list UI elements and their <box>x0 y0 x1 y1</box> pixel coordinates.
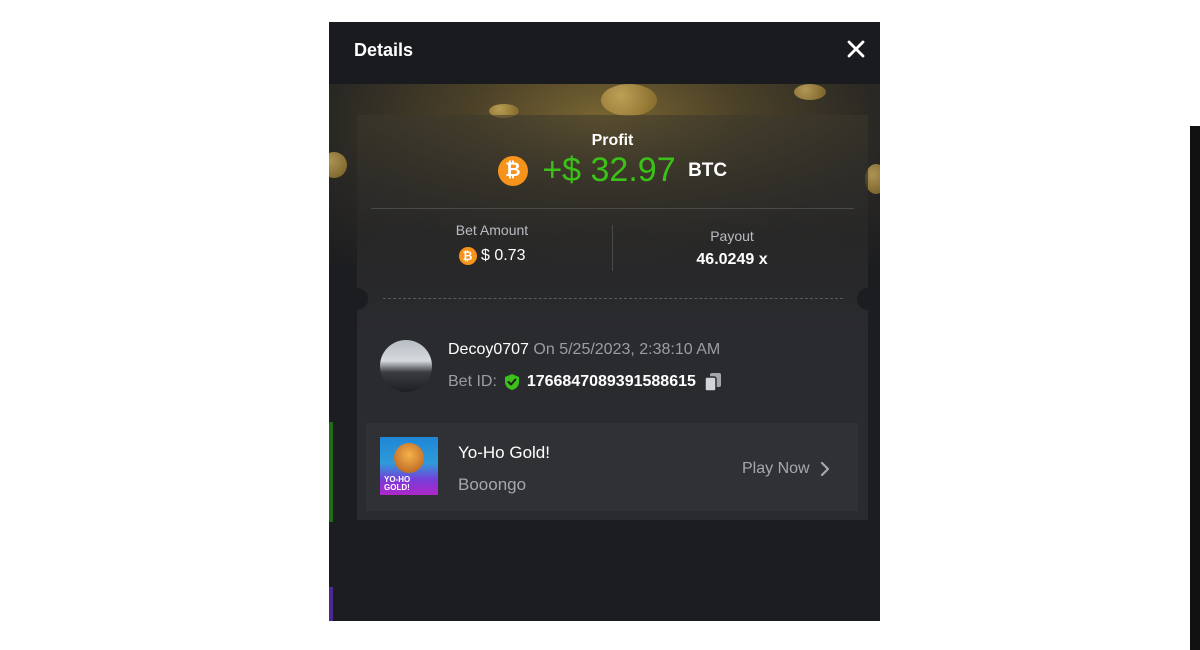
chevron-right-icon <box>820 461 830 476</box>
profit-currency: BTC <box>688 159 728 181</box>
bitcoin-icon: ₿ <box>458 247 477 265</box>
coin-decoration <box>601 84 657 116</box>
close-icon[interactable] <box>845 38 867 60</box>
bet-amount-text: $ 0.73 <box>480 247 526 265</box>
profit-label: Profit <box>591 132 634 149</box>
bet-amount-label: Bet Amount <box>455 222 529 238</box>
details-modal: Details Profit ₿ +$ 32.97 BTC Bet Amount… <box>329 22 880 621</box>
avatar[interactable] <box>380 340 432 392</box>
thumbnail-logo-text: YO-HO GOLD! <box>384 475 411 492</box>
bet-id-value: 1766847089391588615 <box>526 373 696 390</box>
payout-value: 46.0249 x <box>696 251 768 268</box>
background-edge-green-lower <box>329 422 333 522</box>
bet-details-card: Profit ₿ +$ 32.97 BTC Bet Amount ₿ $ 0.7… <box>346 115 879 520</box>
copy-icon[interactable] <box>704 372 722 392</box>
user-line: Decoy0707 On 5/25/2023, 2:38:10 AM <box>448 341 720 359</box>
profit-value: +$ 32.97 <box>542 151 676 189</box>
game-title: Yo-Ho Gold! <box>458 443 550 462</box>
bet-amount-value: ₿ $ 0.73 <box>417 247 567 265</box>
ticket-notch-left <box>346 288 368 310</box>
username[interactable]: Decoy0707 <box>448 341 529 358</box>
shield-check-icon <box>505 374 520 390</box>
background-edge-purple <box>329 587 333 621</box>
stats-divider <box>612 225 613 271</box>
skull-icon <box>394 443 424 473</box>
modal-header: Details <box>329 22 880 84</box>
ticket-notch-right <box>857 288 879 310</box>
play-now-label: Play Now <box>742 460 810 477</box>
bitcoin-icon: ₿ <box>497 155 528 186</box>
game-thumbnail: YO-HO GOLD! <box>380 437 438 495</box>
play-now-button[interactable]: Play Now <box>742 460 830 478</box>
dashed-separator <box>383 298 843 299</box>
bet-id-label: Bet ID: <box>448 373 497 390</box>
bet-id-line: Bet ID: 1766847089391588615 <box>448 372 722 394</box>
modal-title: Details <box>354 40 414 60</box>
coin-decoration <box>794 84 826 100</box>
payout-label: Payout <box>710 228 754 244</box>
bet-timestamp: On 5/25/2023, 2:38:10 AM <box>533 341 721 358</box>
coin-decoration <box>329 152 347 178</box>
game-row[interactable]: YO-HO GOLD! Yo-Ho Gold! Booongo Play Now <box>366 423 858 511</box>
game-provider: Booongo <box>458 475 527 494</box>
right-edge-bar <box>1190 126 1200 650</box>
profit-row: ₿ +$ 32.97 BTC <box>357 151 868 191</box>
divider <box>371 208 854 209</box>
